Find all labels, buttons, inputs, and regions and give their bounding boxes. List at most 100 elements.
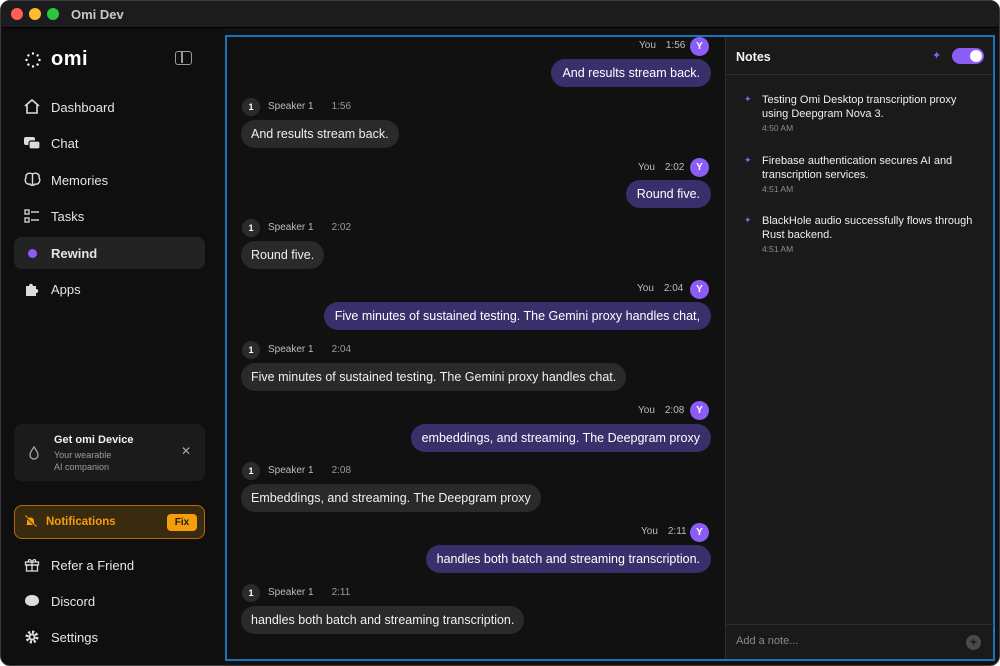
- message-meta: You 2:02: [638, 162, 684, 173]
- get-device-card[interactable]: Get omi Device Your wearable AI companio…: [14, 424, 205, 481]
- sparkle-icon: ✦: [744, 215, 752, 225]
- sender-label: You: [637, 283, 654, 294]
- message-meta: Speaker 1 2:11: [268, 587, 350, 598]
- app-window: Omi Dev omi Dashboard Chat Memories Task…: [0, 0, 1000, 666]
- add-note-button[interactable]: +: [966, 635, 981, 650]
- user-message-bubble: handles both batch and streaming transcr…: [425, 545, 711, 573]
- device-card-title: Get omi Device: [54, 434, 134, 446]
- sparkle-icon: ✦: [744, 155, 752, 165]
- user-message-bubble: embeddings, and streaming. The Deepgram …: [410, 424, 711, 452]
- brain-icon: [23, 172, 41, 188]
- note-time: 4:50 AM: [762, 123, 794, 133]
- message-time: 2:11: [331, 587, 351, 598]
- message-time: 2:11: [667, 526, 687, 537]
- close-icon[interactable]: ✕: [181, 444, 191, 458]
- speaker-label: Speaker 1: [268, 465, 314, 476]
- sidebar-item-tasks[interactable]: Tasks: [14, 201, 205, 233]
- note-time: 4:51 AM: [762, 244, 794, 254]
- sparkle-icon: ✦: [744, 94, 752, 104]
- speaker-message-bubble: handles both batch and streaming transcr…: [241, 606, 525, 634]
- sidebar-item-label: Rewind: [51, 245, 98, 261]
- message-time: 2:08: [331, 465, 352, 476]
- sidebar: omi Dashboard Chat Memories Tasks Rewind…: [1, 28, 223, 665]
- bottom-nav: Refer a Friend Discord Settings: [14, 549, 205, 657]
- speaker-badge: 1: [242, 219, 260, 237]
- avatar: Y: [690, 523, 709, 542]
- speaker-label: Speaker 1: [268, 222, 314, 233]
- note-time: 4:51 AM: [762, 184, 794, 194]
- notes-title: Notes: [736, 50, 771, 64]
- user-message-bubble: And results stream back.: [551, 59, 711, 87]
- avatar: Y: [690, 280, 709, 299]
- message-time: 1:56: [331, 101, 352, 112]
- notes-header: Notes ✦: [726, 37, 994, 75]
- home-icon: [23, 98, 41, 115]
- minimize-window-button[interactable]: [29, 8, 41, 20]
- gift-icon: [23, 557, 41, 573]
- notes-ai-toggle[interactable]: [952, 48, 984, 64]
- sidebar-item-label: Dashboard: [51, 99, 115, 115]
- sidebar-item-discord[interactable]: Discord: [14, 585, 205, 617]
- transcript-chat: You 1:56 Y And results stream back. 1 Spe…: [227, 37, 725, 659]
- speaker-message-bubble: Round five.: [241, 241, 325, 269]
- zoom-window-button[interactable]: [47, 8, 59, 20]
- notes-panel: Notes ✦ ✦ Testing Omi Desktop transcript…: [725, 37, 994, 659]
- message-time: 2:08: [664, 405, 685, 416]
- sidebar-item-settings[interactable]: Settings: [14, 621, 205, 653]
- message-time: 2:04: [663, 283, 684, 294]
- notifications-label: Notifications: [46, 516, 116, 528]
- add-note-bar: +: [726, 624, 994, 659]
- note-text: BlackHole audio successfully flows throu…: [762, 215, 973, 241]
- message-time: 2:04: [331, 344, 352, 355]
- bell-off-icon: [24, 515, 37, 531]
- message-time: 2:02: [664, 162, 685, 173]
- close-window-button[interactable]: [11, 8, 23, 20]
- window-title: Omi Dev: [71, 7, 124, 22]
- chat-icon: [23, 136, 41, 152]
- note-text: Testing Omi Desktop transcription proxy …: [762, 94, 957, 120]
- sender-label: You: [638, 162, 655, 173]
- speaker-badge: 1: [242, 341, 260, 359]
- sidebar-item-label: Tasks: [51, 209, 85, 224]
- puzzle-icon: [23, 282, 41, 298]
- speaker-message-bubble: Embeddings, and streaming. The Deepgram …: [241, 484, 541, 512]
- logo-text: omi: [51, 48, 89, 70]
- sidebar-item-chat[interactable]: Chat: [14, 128, 205, 160]
- sender-label: You: [638, 405, 655, 416]
- fix-button[interactable]: Fix: [167, 514, 197, 531]
- message-meta: You 2:11: [641, 526, 687, 537]
- sidebar-item-dashboard[interactable]: Dashboard: [14, 91, 205, 123]
- notifications-banner[interactable]: Notifications Fix: [14, 505, 205, 539]
- sparkle-icon: ✦: [932, 50, 942, 62]
- rewind-dot-icon: [28, 249, 37, 258]
- rewind-panel: You 1:56 Y And results stream back. 1 Spe…: [225, 35, 995, 661]
- user-message-bubble: Round five.: [625, 180, 711, 208]
- device-icon: [28, 445, 40, 463]
- speaker-label: Speaker 1: [268, 344, 314, 355]
- speaker-badge: 1: [242, 98, 260, 116]
- message-meta: You 2:08: [638, 405, 684, 416]
- avatar: Y: [690, 401, 709, 420]
- add-note-input[interactable]: [736, 635, 936, 647]
- sidebar-item-rewind[interactable]: Rewind: [14, 237, 205, 269]
- note-text: Firebase authentication secures AI and t…: [762, 155, 953, 181]
- avatar: Y: [690, 37, 709, 56]
- omi-logo-icon: [25, 51, 41, 68]
- speaker-message-bubble: And results stream back.: [241, 120, 399, 148]
- sidebar-item-refer[interactable]: Refer a Friend: [14, 549, 205, 581]
- speaker-label: Speaker 1: [268, 587, 314, 598]
- gear-icon: [23, 629, 41, 645]
- message-meta: Speaker 1 2:04: [268, 344, 351, 355]
- message-meta: You 2:04: [637, 283, 683, 294]
- sidebar-item-label: Discord: [51, 593, 96, 609]
- speaker-message-bubble: Five minutes of sustained testing. The G…: [241, 363, 627, 391]
- main-nav: Dashboard Chat Memories Tasks Rewind App…: [14, 91, 205, 310]
- sender-label: You: [641, 526, 658, 537]
- message-meta: Speaker 1 2:02: [268, 222, 351, 233]
- tasks-icon: [23, 208, 41, 225]
- discord-icon: [23, 593, 41, 609]
- sidebar-toggle-icon[interactable]: [175, 51, 192, 65]
- sidebar-item-memories[interactable]: Memories: [14, 164, 205, 196]
- speaker-badge: 1: [242, 584, 260, 602]
- sidebar-item-apps[interactable]: Apps: [14, 274, 205, 306]
